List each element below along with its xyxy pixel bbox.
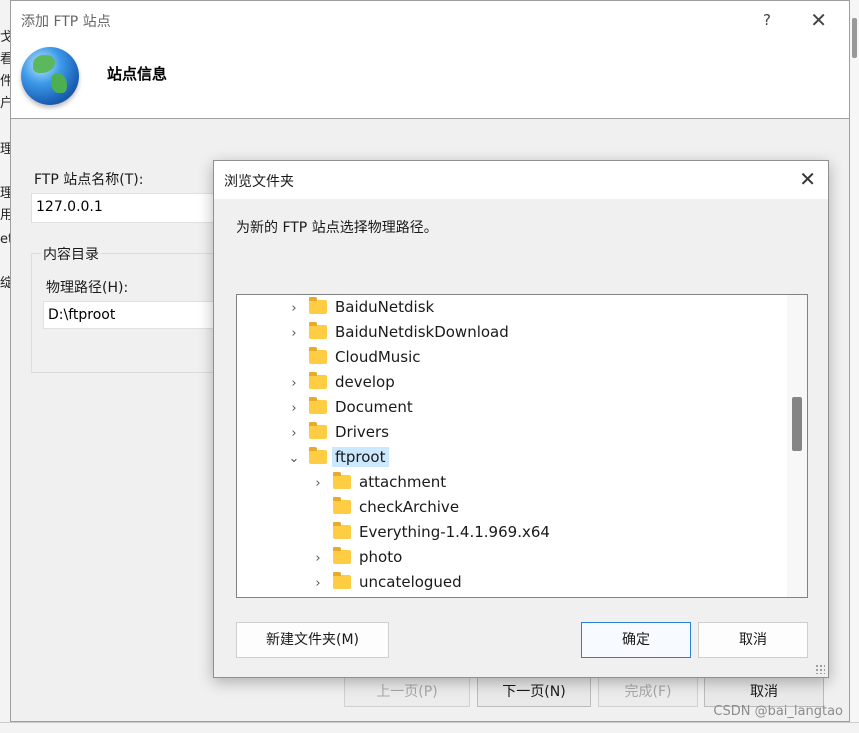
physical-path-input[interactable]: D:\ftproot — [43, 301, 221, 329]
folder-icon — [309, 397, 327, 414]
tree-item-label: Document — [335, 398, 413, 416]
tree-item[interactable]: › attachment — [309, 470, 446, 494]
tree-item[interactable]: Everything-1.4.1.969.x64 — [309, 520, 550, 544]
dialog-titlebar: 浏览文件夹 ✕ — [214, 161, 828, 199]
folder-icon — [333, 472, 351, 489]
resize-grip[interactable] — [815, 664, 825, 674]
globe-icon — [21, 47, 79, 105]
tree-item-label: uncatelogued — [359, 573, 462, 591]
folder-icon — [309, 372, 327, 389]
chevron-right-icon[interactable]: › — [285, 422, 303, 446]
window-titlebar: 添加 FTP 站点 ? ✕ — [11, 1, 849, 39]
content-directory-label: 内容目录 — [41, 244, 101, 264]
folder-icon — [309, 422, 327, 439]
folder-icon — [309, 447, 327, 464]
ok-button[interactable]: 确定 — [581, 622, 691, 658]
chevron-right-icon[interactable]: › — [285, 397, 303, 421]
tree-item-label: BaiduNetdisk — [335, 298, 435, 316]
folder-tree[interactable]: › BaiduNetdisk › BaiduNetdiskDownload CloudM… — [236, 294, 808, 598]
tree-item-label: photo — [359, 548, 403, 566]
dialog-instruction: 为新的 FTP 站点选择物理路径。 — [236, 220, 438, 236]
close-button[interactable]: ✕ — [810, 8, 827, 32]
window-title: 添加 FTP 站点 — [21, 14, 111, 30]
chevron-right-icon[interactable]: › — [309, 472, 327, 496]
tree-scrollbar-thumb[interactable] — [792, 397, 802, 451]
help-button[interactable]: ? — [763, 11, 771, 29]
wizard-cancel-button[interactable]: 取消 — [704, 677, 824, 707]
chevron-right-icon[interactable]: › — [309, 547, 327, 571]
tree-item-label: checkArchive — [359, 498, 460, 516]
tree-item-label: attachment — [359, 473, 447, 491]
folder-icon — [333, 547, 351, 564]
tree-item-label: CloudMusic — [335, 348, 421, 366]
tree-item[interactable]: checkArchive — [309, 495, 459, 519]
tree-item-label: develop — [335, 373, 395, 391]
page-title: 站点信息 — [107, 65, 168, 83]
folder-icon — [309, 347, 327, 364]
chevron-right-icon[interactable]: › — [285, 372, 303, 396]
folder-icon — [309, 322, 327, 339]
tree-item[interactable]: › Document — [285, 395, 413, 419]
background-scrollbar[interactable] — [850, 0, 859, 733]
dialog-close-button[interactable]: ✕ — [799, 167, 816, 191]
tree-item-label: BaiduNetdiskDownload — [335, 323, 509, 341]
tree-item[interactable]: ⌄ ftproot — [285, 445, 389, 469]
tree-item[interactable]: › BaiduNetdiskDownload — [285, 320, 509, 344]
tree-item[interactable]: CloudMusic — [285, 345, 421, 369]
chevron-right-icon[interactable]: › — [285, 297, 303, 321]
finish-button[interactable]: 完成(F) — [598, 677, 698, 707]
tree-item[interactable]: › develop — [285, 370, 395, 394]
chevron-down-icon[interactable]: ⌄ — [285, 447, 303, 471]
folder-icon — [333, 522, 351, 539]
next-page-button[interactable]: 下一页(N) — [477, 677, 591, 707]
chevron-right-icon[interactable]: › — [285, 322, 303, 346]
background-scrollbar-thumb[interactable] — [852, 18, 857, 58]
wizard-banner: 站点信息 — [11, 39, 849, 119]
tree-item[interactable]: › Drivers — [285, 420, 389, 444]
folder-icon — [333, 497, 351, 514]
chevron-right-icon[interactable]: › — [309, 572, 327, 596]
site-name-label: FTP 站点名称(T): — [34, 172, 144, 188]
prev-page-button[interactable]: 上一页(P) — [344, 677, 470, 707]
tree-item[interactable]: › photo — [309, 545, 402, 569]
new-folder-button[interactable]: 新建文件夹(M) — [236, 622, 389, 658]
tree-item-label: ftproot — [332, 447, 389, 467]
tree-scrollbar[interactable] — [787, 295, 807, 597]
watermark: CSDN @bai_langtao — [713, 704, 843, 719]
site-name-input[interactable]: 127.0.0.1 — [31, 193, 221, 223]
folder-icon — [333, 572, 351, 589]
tree-item[interactable]: › uncatelogued — [309, 570, 462, 594]
background-window-bottom — [0, 722, 859, 733]
tree-item-label: Drivers — [335, 423, 389, 441]
dialog-cancel-button[interactable]: 取消 — [698, 622, 808, 658]
tree-item-label: Everything-1.4.1.969.x64 — [359, 523, 550, 541]
folder-icon — [309, 297, 327, 314]
physical-path-label: 物理路径(H): — [46, 280, 129, 296]
dialog-title: 浏览文件夹 — [224, 174, 294, 190]
browse-folder-dialog: 浏览文件夹 ✕ 为新的 FTP 站点选择物理路径。 › BaiduNetdisk ›… — [213, 160, 829, 678]
tree-item[interactable]: › BaiduNetdisk — [285, 295, 434, 319]
